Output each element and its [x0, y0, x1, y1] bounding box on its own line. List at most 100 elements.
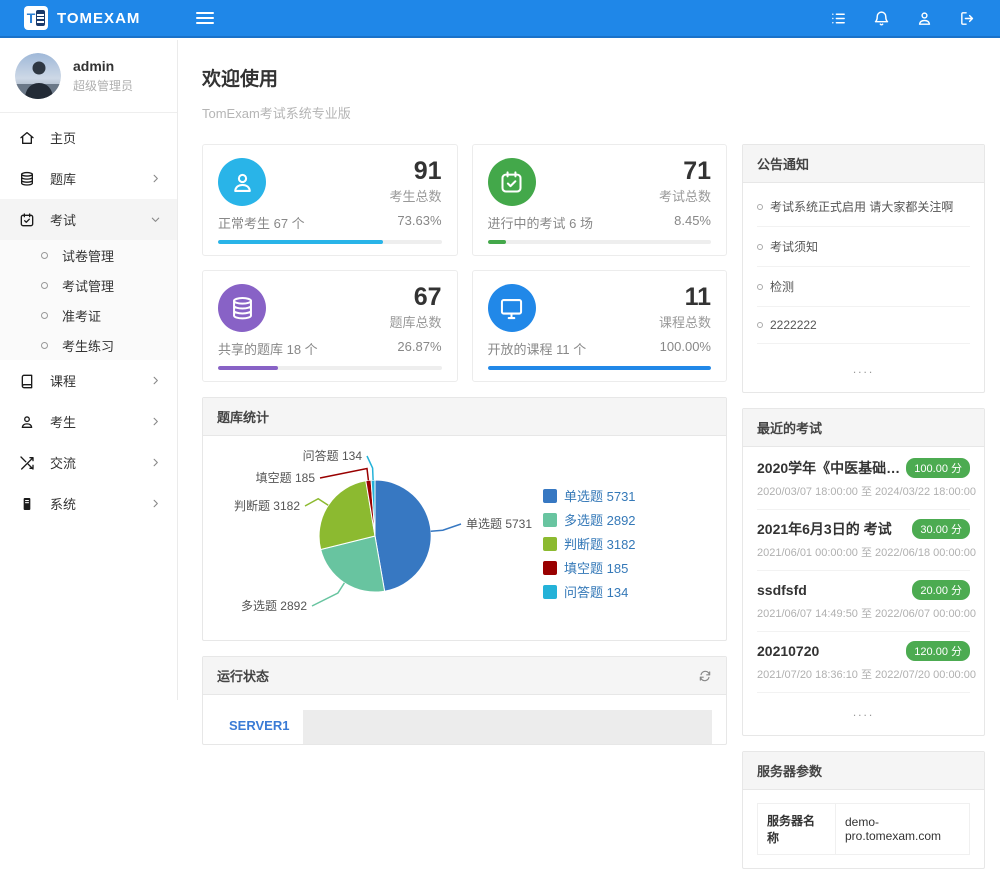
notice-item[interactable]: 考试系统正式启用 请大家都关注啊 [757, 187, 970, 227]
panel-header: 公告通知 [743, 145, 984, 183]
sidebar-item-系统[interactable]: 系统 [0, 483, 177, 524]
sidebar-item-课程[interactable]: 课程 [0, 360, 177, 401]
exam-item[interactable]: 2021年6月3日的 考试 30.00 分 2021/06/01 00:00:0… [757, 510, 970, 571]
submenu-item-考生练习[interactable]: 考生练习 [0, 330, 177, 360]
exam-name: ssdfsfd [757, 582, 912, 598]
score-badge: 100.00 分 [906, 458, 970, 478]
stat-sub-label: 进行中的考试 6 场 [488, 213, 593, 232]
progress-track [488, 366, 712, 370]
exam-name: 2021年6月3日的 考试 [757, 519, 912, 539]
notice-text: 检测 [770, 278, 794, 295]
sidebar-item-主页[interactable]: 主页 [0, 117, 177, 158]
person-card-icon [218, 158, 266, 206]
account-icon[interactable] [916, 10, 933, 27]
run-state-body: SERVER1 [203, 695, 726, 744]
panel-header: 服务器参数 [743, 752, 984, 790]
score-badge: 120.00 分 [906, 641, 970, 661]
circle-bullet-icon [757, 204, 763, 210]
main-content: 欢迎使用 TomExam考试系统专业版 91 考生总数 正常考生 67 个 73… [178, 40, 1000, 869]
legend-item[interactable]: 填空题 185 [543, 558, 636, 577]
notice-more-link[interactable]: .... [743, 350, 984, 392]
user-icon [19, 414, 35, 430]
panel-title: 运行状态 [217, 666, 269, 685]
slice-label: 单选题 5731 [466, 517, 532, 531]
legend-label: 判断题 3182 [564, 534, 636, 553]
brand-logo[interactable]: T TOMEXAM [0, 6, 178, 30]
user-role: 超级管理员 [73, 77, 133, 94]
database-icon [19, 171, 35, 187]
sidebar-item-交流[interactable]: 交流 [0, 442, 177, 483]
sidebar-item-考试[interactable]: 考试 [0, 199, 177, 240]
submenu-item-label: 考生练习 [62, 336, 114, 355]
chart-legend: 单选题 5731 多选题 2892 判断题 3182 填空题 185 问答题 1… [543, 486, 636, 601]
avatar[interactable] [15, 53, 61, 99]
tab-server1[interactable]: SERVER1 [217, 710, 303, 744]
score-badge: 20.00 分 [912, 580, 970, 600]
notice-item[interactable]: 2222222 [757, 307, 970, 344]
notice-item[interactable]: 检测 [757, 267, 970, 307]
submenu-item-试卷管理[interactable]: 试卷管理 [0, 240, 177, 270]
stat-sub-label: 正常考生 67 个 [218, 213, 305, 232]
legend-item[interactable]: 判断题 3182 [543, 534, 636, 553]
exam-item[interactable]: ssdfsfd 20.00 分 2021/06/07 14:49:50 至 20… [757, 571, 970, 632]
param-value: demo-pro.tomexam.com [836, 804, 970, 855]
stat-percent: 100.00% [660, 339, 711, 358]
refresh-icon[interactable] [698, 669, 712, 683]
exam-item[interactable]: 2020学年《中医基础理论》 100.00 分 2020/03/07 18:00… [757, 449, 970, 510]
stat-percent: 8.45% [674, 213, 711, 232]
log-list-icon[interactable] [830, 10, 847, 27]
exam-time-range: 2020/03/07 18:00:00 至 2024/03/22 18:00:0… [757, 483, 970, 499]
exams-more-link[interactable]: .... [743, 693, 984, 735]
notifications-icon[interactable] [873, 10, 890, 27]
legend-label: 填空题 185 [564, 558, 628, 577]
progress-fill [488, 240, 507, 244]
notice-item[interactable]: 考试须知 [757, 227, 970, 267]
server-params-body: 服务器名称 demo-pro.tomexam.com [743, 790, 984, 868]
logout-icon[interactable] [959, 10, 976, 27]
exam-item[interactable]: 20210720 120.00 分 2021/07/20 18:36:10 至 … [757, 632, 970, 693]
panel-title: 最近的考试 [757, 418, 822, 437]
notice-panel: 公告通知 考试系统正式启用 请大家都关注啊 考试须知 检测 2222222 ..… [742, 144, 985, 393]
slice-label: 多选题 2892 [241, 599, 307, 613]
sidebar-item-label: 系统 [50, 494, 150, 513]
sidebar-toggle-button[interactable] [196, 12, 214, 24]
stat-percent: 26.87% [397, 339, 441, 358]
panel-header: 运行状态 [203, 657, 726, 695]
submenu-item-准考证[interactable]: 准考证 [0, 300, 177, 330]
question-bank-stats-panel: 题库统计 单选题 5731 多选题 2892 判断题 3182 填空题 185 问答题 … [202, 397, 727, 641]
user-block: admin 超级管理员 [0, 40, 177, 113]
user-info: admin 超级管理员 [73, 58, 133, 94]
tomexam-logo-icon: T [24, 6, 48, 30]
notice-list: 考试系统正式启用 请大家都关注啊 考试须知 检测 2222222 [743, 183, 984, 350]
sidebar-item-题库[interactable]: 题库 [0, 158, 177, 199]
stat-value: 11 [659, 284, 711, 310]
notice-text: 2222222 [770, 318, 817, 332]
calendar-check-icon [19, 212, 35, 228]
progress-track [488, 240, 712, 244]
panel-title: 题库统计 [217, 407, 269, 426]
sidebar-item-考生[interactable]: 考生 [0, 401, 177, 442]
user-name: admin [73, 58, 133, 74]
stat-label: 考生总数 [389, 186, 441, 205]
legend-item[interactable]: 问答题 134 [543, 582, 636, 601]
legend-item[interactable]: 多选题 2892 [543, 510, 636, 529]
leader-line [320, 469, 368, 481]
pie-chart: 单选题 5731 多选题 2892 判断题 3182 填空题 185 问答题 134 单… [203, 436, 726, 640]
sidebar-item-label: 交流 [50, 453, 150, 472]
legend-label: 多选题 2892 [564, 510, 636, 529]
progress-fill [218, 240, 383, 244]
pie-slice-单选题[interactable] [375, 480, 431, 591]
submenu: 试卷管理 考试管理 准考证 考生练习 [0, 240, 177, 360]
slice-label: 问答题 134 [303, 448, 363, 463]
submenu-item-考试管理[interactable]: 考试管理 [0, 270, 177, 300]
legend-label: 问答题 134 [564, 582, 628, 601]
book-icon [19, 373, 35, 389]
circle-bullet-icon [41, 312, 48, 319]
stat-label: 题库总数 [389, 312, 441, 331]
circle-bullet-icon [757, 244, 763, 250]
legend-item[interactable]: 单选题 5731 [543, 486, 636, 505]
notice-text: 考试系统正式启用 请大家都关注啊 [770, 198, 953, 215]
submenu-item-label: 试卷管理 [62, 246, 114, 265]
shuffle-icon [19, 455, 35, 471]
leader-line [305, 499, 328, 506]
